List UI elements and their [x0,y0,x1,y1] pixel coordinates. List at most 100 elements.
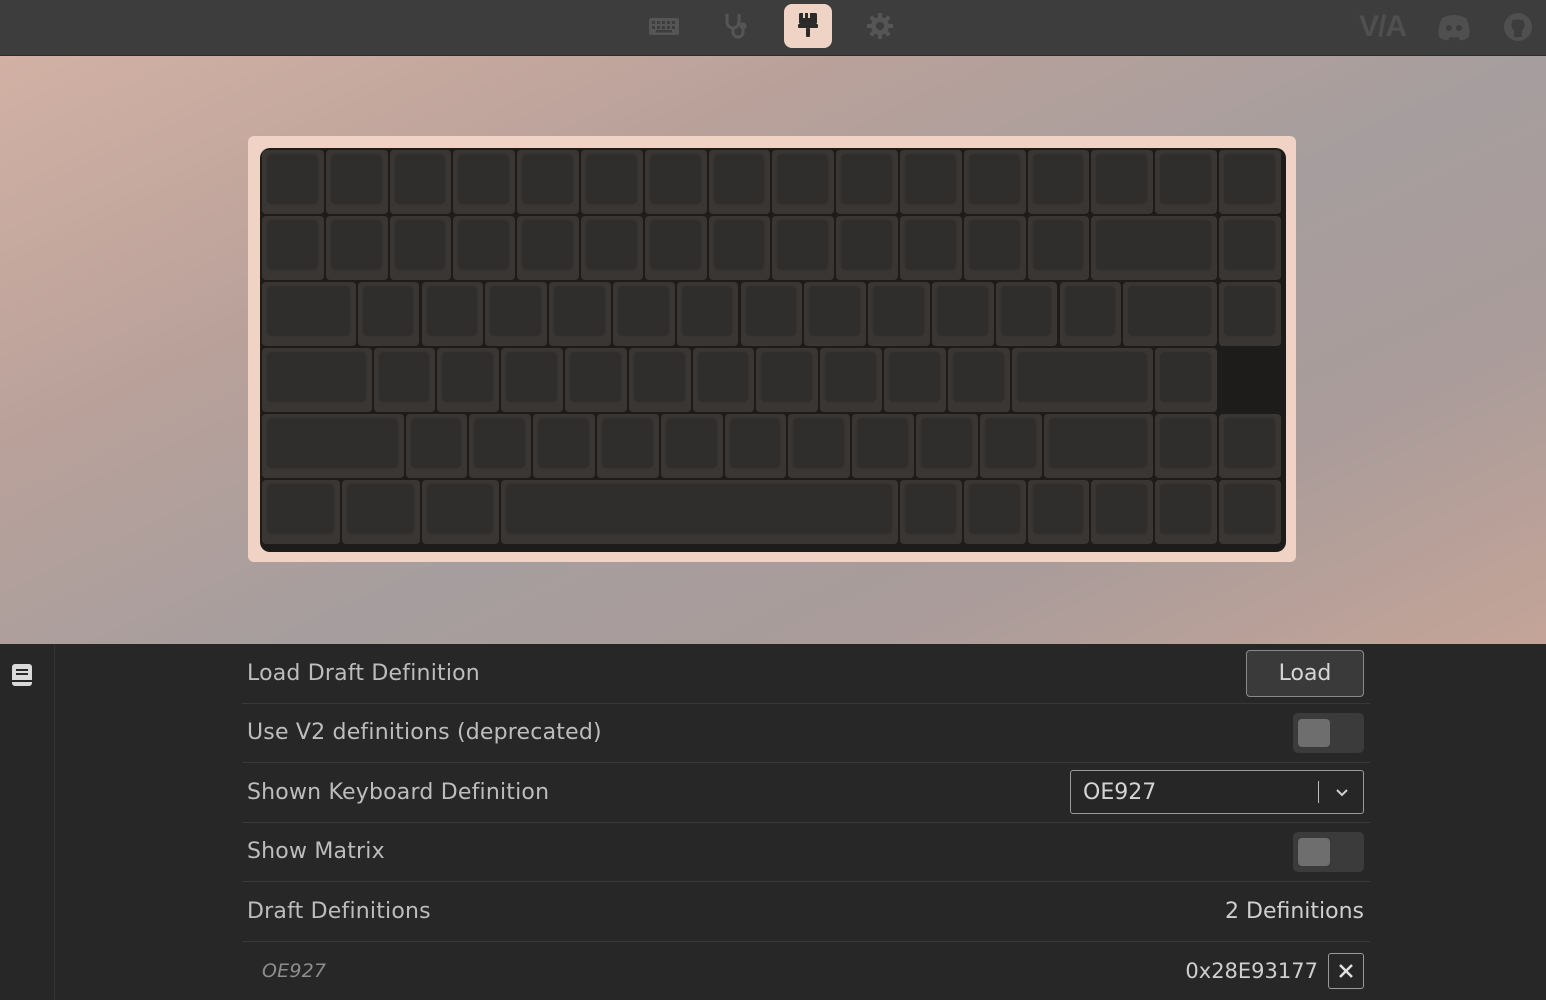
keycap [900,480,962,544]
shown-definition-label: Shown Keyboard Definition [247,779,550,805]
keycap [692,348,755,412]
keycap [708,216,771,280]
keycap [995,282,1058,346]
gear-icon [867,13,893,39]
nav-settings-button[interactable] [856,4,904,48]
keycap [979,414,1042,478]
keycap [836,150,898,214]
keycap [804,282,867,346]
keycap [676,282,739,346]
use-v2-row: Use V2 definitions (deprecated) [242,704,1370,763]
keycap [421,480,500,544]
show-matrix-toggle[interactable] [1293,831,1364,872]
keycap [915,414,978,478]
keycap [469,414,532,478]
keycap [262,348,372,412]
keycap [1091,216,1217,280]
book-icon[interactable] [10,662,36,688]
keycap [262,216,324,280]
keycap [262,150,324,214]
definitions-count: 2 Definitions [1225,898,1364,924]
keycap [772,150,835,214]
definition-id: 0x28E93177 [1185,959,1318,984]
keycap [1219,150,1281,214]
show-matrix-row: Show Matrix [242,823,1370,882]
settings-list: Load Draft Definition Load Use V2 defini… [242,644,1370,1000]
definition-select[interactable]: OE927 [1070,770,1364,815]
keycap [1091,480,1154,544]
github-icon [1504,13,1532,41]
show-matrix-label: Show Matrix [247,839,385,865]
settings-panel: Load Draft Definition Load Use V2 defini… [0,644,1546,1000]
keycap [644,216,707,280]
keycap [1219,480,1281,544]
keycap [1155,150,1217,214]
keycap [596,414,659,478]
keycap [325,216,388,280]
use-v2-label: Use V2 definitions (deprecated) [247,720,602,746]
keycap [581,150,643,214]
keycap [501,480,898,544]
use-v2-toggle[interactable] [1293,712,1364,753]
keycap [357,282,420,346]
keycap [373,348,436,412]
keycap [820,348,883,412]
keycap [421,282,484,346]
definition-item: OE927 0x28E93177 [242,942,1370,1000]
nav-design-button[interactable] [784,4,832,48]
load-draft-label: Load Draft Definition [247,660,480,686]
remove-definition-button[interactable] [1328,953,1364,990]
close-icon [1339,964,1353,979]
top-nav-bar: V/A [0,0,1546,56]
keycap [836,216,898,280]
settings-sidebar [0,644,55,1000]
keycap [501,348,564,412]
keycap [453,216,516,280]
keycap [612,282,675,346]
keycap [581,216,643,280]
keycap [852,414,914,478]
via-logo-text: V/A [1358,10,1407,43]
load-button[interactable]: Load [1246,649,1364,697]
keycap [1219,216,1281,280]
keycap [900,150,962,214]
keycap [453,150,516,214]
shown-definition-row: Shown Keyboard Definition OE927 [242,763,1370,823]
keycap [884,348,946,412]
keycap [437,348,500,412]
via-logo[interactable]: V/A [1358,7,1407,47]
keycap [1091,150,1154,214]
toggle-knob [1298,837,1330,866]
keycap [660,414,723,478]
keycap [1027,480,1090,544]
discord-link[interactable] [1436,7,1472,47]
keycap [1155,348,1217,412]
keycap [1219,282,1281,346]
keycap [947,348,1010,412]
chevron-down-icon [1336,789,1348,797]
github-link[interactable] [1502,7,1534,47]
keycap [1027,150,1090,214]
main-nav [640,4,904,50]
keycap [756,348,819,412]
keycap [1043,414,1154,478]
keycap [868,282,930,346]
keycap [262,282,356,346]
keycap [1219,414,1281,478]
keycap [485,282,548,346]
keycap [900,216,962,280]
nav-test-button[interactable] [712,4,760,48]
keyboard-icon [649,18,679,35]
keycap [1155,414,1217,478]
keycap [708,150,771,214]
draft-definitions-label: Draft Definitions [247,898,431,924]
keycap [1123,282,1217,346]
select-separator [1318,781,1319,804]
nav-configure-button[interactable] [640,4,688,48]
keycap [262,414,404,478]
keycap [963,480,1026,544]
keyboard-plate [260,148,1286,552]
keyboard-case [248,136,1296,562]
keycap [644,150,707,214]
keycap [788,414,851,478]
